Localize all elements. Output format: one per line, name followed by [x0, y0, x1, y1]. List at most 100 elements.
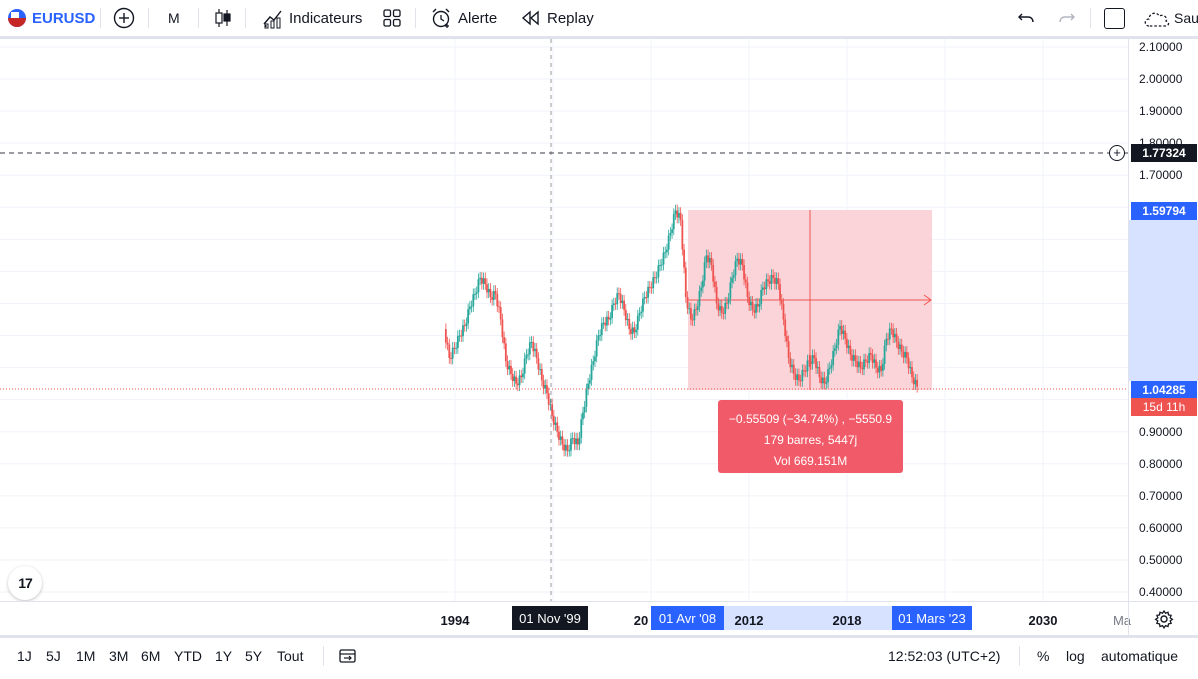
candle-body [738, 258, 740, 265]
candle-body [594, 356, 596, 362]
candle-body [520, 375, 523, 378]
auto-scale-toggle[interactable]: automatique [1101, 648, 1178, 664]
candle-body [647, 286, 649, 298]
candle-body [815, 357, 817, 369]
candle-body [905, 351, 908, 358]
price-label: 0.60000 [1139, 520, 1183, 535]
save-button[interactable]: Sauv [1142, 0, 1198, 36]
candle-body [467, 309, 470, 324]
candle-body [492, 291, 495, 300]
chart-pane[interactable] [0, 39, 1128, 601]
candle-body [588, 379, 591, 384]
candle-body [791, 364, 793, 368]
alert-button[interactable]: Alerte [430, 0, 497, 36]
candle-body [887, 338, 889, 340]
candle-body [876, 367, 879, 373]
candle-body [751, 301, 754, 310]
range-button-6m[interactable]: 6M [141, 648, 160, 664]
candle-body [552, 415, 555, 425]
candle-body [832, 350, 835, 366]
range-button-ytd[interactable]: YTD [174, 648, 202, 664]
percent-scale-toggle[interactable]: % [1037, 648, 1049, 664]
candle-body [448, 344, 451, 358]
indicators-button[interactable]: Indicateurs [262, 0, 362, 36]
log-scale-toggle[interactable]: log [1066, 648, 1085, 664]
candle-body [681, 220, 684, 250]
candle-body [732, 275, 735, 278]
undo-button[interactable] [1016, 0, 1036, 36]
range-button-5j[interactable]: 5J [46, 648, 61, 664]
candle-body [487, 288, 490, 293]
range-button-1y[interactable]: 1Y [215, 648, 232, 664]
candle-body [813, 355, 816, 358]
replay-button[interactable]: Replay [520, 0, 594, 36]
last-price-tag: 1.04285 [1131, 381, 1197, 399]
range-button-1j[interactable]: 1J [17, 648, 32, 664]
candle-body [808, 360, 811, 362]
candle-body [811, 355, 814, 364]
price-label: 0.80000 [1139, 456, 1183, 471]
candle-body [635, 329, 637, 333]
candle-body [499, 307, 502, 320]
candle-body [828, 367, 831, 370]
range-button-3m[interactable]: 3M [109, 648, 128, 664]
range-button-1m[interactable]: 1M [76, 648, 95, 664]
candle-body [772, 275, 775, 278]
redo-button[interactable] [1057, 0, 1077, 36]
countdown-value: 15d 11h [1142, 400, 1186, 414]
candle-body [583, 406, 586, 413]
candle-body [864, 359, 867, 362]
chart-canvas[interactable] [0, 39, 1128, 601]
crosshair-price-value: 1.77324 [1142, 146, 1186, 160]
candle-body [518, 375, 521, 386]
candle-body [655, 277, 658, 279]
crosshair-price-plus-icon[interactable]: + [1109, 145, 1125, 161]
candle-body [688, 308, 691, 310]
compare-symbol-button[interactable] [113, 0, 135, 36]
candle-body [779, 284, 781, 300]
layouts-button[interactable] [382, 0, 402, 36]
candle-body [477, 279, 480, 293]
candle-body [662, 252, 665, 265]
candle-body [636, 315, 639, 330]
candle-body [486, 284, 488, 293]
candle-body [892, 329, 895, 338]
candle-body [458, 335, 461, 337]
chart-type-button[interactable] [213, 0, 233, 36]
range-button-tout[interactable]: Tout [277, 648, 303, 664]
range-button-5y[interactable]: 5Y [245, 648, 262, 664]
candle-body [744, 279, 747, 283]
candle-body [686, 297, 689, 309]
price-axis[interactable]: 2.100002.000001.900001.800001.700001.600… [1109, 39, 1198, 601]
candle-body [854, 355, 857, 362]
interval-button[interactable]: M [168, 0, 180, 36]
goto-date-button[interactable] [338, 646, 358, 669]
time-axis[interactable]: 1994 20 2012 2018 2030 Ma 01 Nov '99 01 … [0, 601, 1131, 635]
candle-body [683, 249, 685, 268]
candle-body [762, 287, 764, 291]
divider [323, 646, 324, 666]
candle-body [650, 287, 653, 289]
candle-body [818, 366, 821, 378]
undo-icon [1018, 13, 1034, 23]
candle-body [549, 404, 552, 406]
range-end-value: 01 Mars '23 [898, 610, 966, 626]
candle-body [770, 275, 773, 284]
candle-body [707, 255, 709, 263]
candle-body [871, 354, 874, 363]
indicators-icon [263, 10, 282, 29]
clock-display[interactable]: 12:52:03 (UTC+2) [888, 648, 1000, 664]
chart-settings-button[interactable] [1128, 601, 1198, 635]
candle-body [628, 318, 631, 330]
candles-icon [215, 9, 231, 27]
crosshair-date-tag: 01 Nov '99 [512, 606, 588, 630]
candle-body [739, 259, 742, 265]
fullscreen-button[interactable] [1104, 0, 1125, 36]
save-label: Sauv [1174, 10, 1198, 26]
tradingview-logo[interactable]: 17 [8, 566, 42, 600]
candle-body [885, 338, 888, 346]
candle-body [734, 261, 737, 276]
price-label: 0.90000 [1139, 424, 1183, 439]
high-price-tag: 1.59794 [1131, 202, 1197, 220]
symbol-search[interactable]: EURUSD [8, 0, 95, 36]
